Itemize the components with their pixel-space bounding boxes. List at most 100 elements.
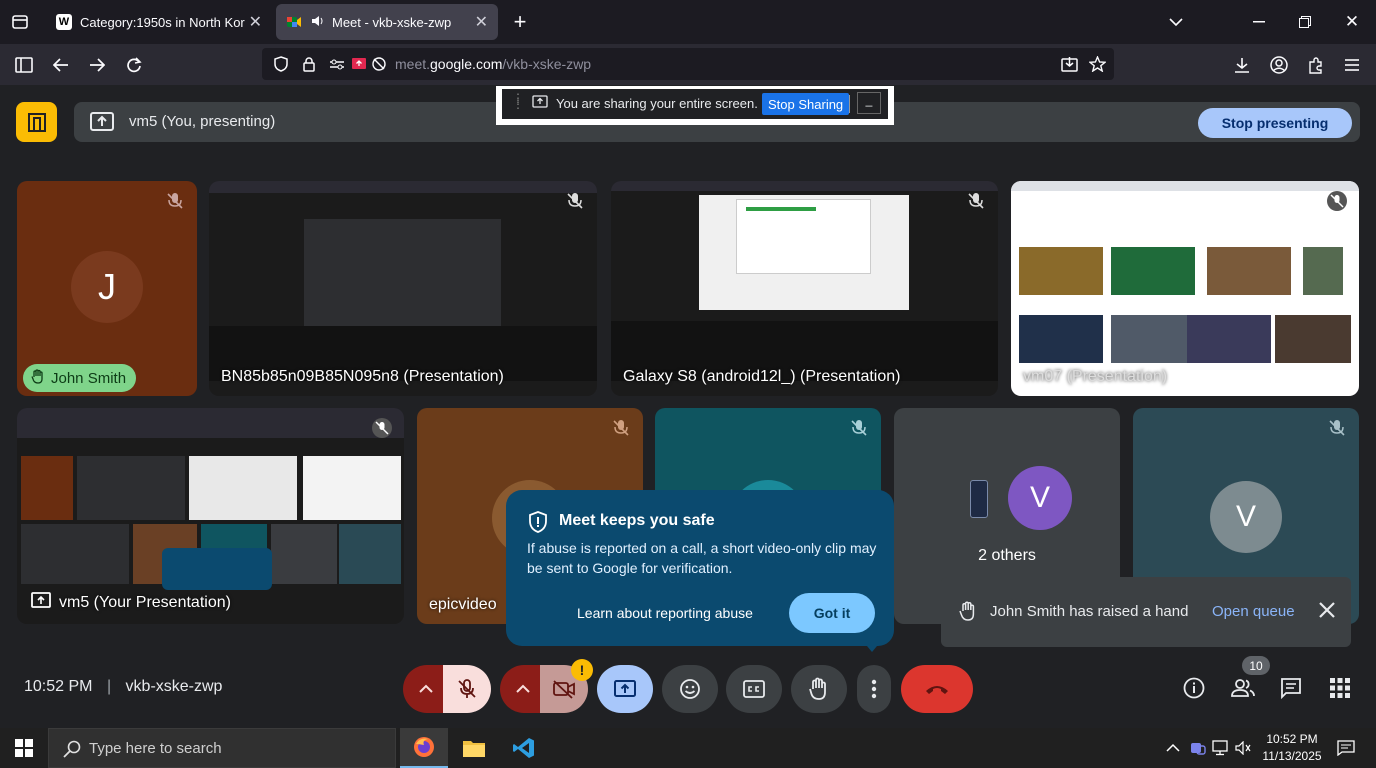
save-to-pocket-icon[interactable] [1058,53,1080,75]
sidebar-toggle-icon[interactable] [13,54,35,76]
open-queue-button[interactable]: Open queue [1212,603,1295,620]
mic-off-icon [1329,420,1345,436]
tab-meet[interactable]: Meet - vkb-xske-zwp ✕ [276,4,498,40]
lock-icon[interactable] [298,53,320,75]
presentation-thumbnail [209,181,597,193]
downloads-icon[interactable] [1231,54,1253,76]
volume-icon[interactable] [1232,737,1254,759]
image-thumbnail [1207,247,1291,295]
close-window-icon[interactable]: ✕ [1341,11,1363,33]
image-thumbnail [1303,247,1343,295]
hand-icon [31,368,45,388]
popup-title: Meet keeps you safe [559,512,715,529]
chevron-up-icon[interactable] [1162,737,1184,759]
reload-icon[interactable] [123,54,145,76]
presentation-thumbnail [77,456,185,520]
meet-companion-logo-icon[interactable] [16,102,57,142]
mic-off-icon [167,193,183,209]
participant-tile[interactable]: J John Smith [17,181,197,396]
chat-icon[interactable] [1279,676,1303,700]
participant-name: Galaxy S8 (android12l_) (Presentation) [623,368,901,385]
current-time: 10:52 PM [24,678,93,695]
shield-icon[interactable] [270,53,292,75]
got-it-button[interactable]: Got it [789,593,875,633]
minimize-window-icon[interactable] [1248,11,1270,33]
close-tab-icon[interactable]: ✕ [475,12,488,32]
mic-off-icon [1327,191,1347,211]
stop-sharing-button[interactable]: Stop Sharing [762,93,850,115]
chevron-up-icon [419,684,433,693]
hand-icon [959,601,977,626]
back-icon[interactable] [50,54,72,76]
clock-time: 10:52 PM [1266,732,1318,746]
new-tab-icon[interactable]: + [509,9,531,34]
self-presentation-tile[interactable]: vm5 (Your Presentation) [17,408,404,624]
camera-blocked-icon[interactable] [368,53,390,75]
windows-taskbar: Type here to search 10:52 PM 11/13/2025 [0,728,1376,768]
others-label: 2 others [978,547,1036,564]
stop-presenting-button[interactable]: Stop presenting [1198,108,1352,138]
participant-name: John Smith [51,369,127,387]
account-icon[interactable] [1268,54,1290,76]
taskbar-search-box[interactable]: Type here to search [48,728,396,768]
mic-off-icon [851,420,867,436]
present-now-button[interactable] [597,665,653,713]
restore-window-icon[interactable] [1294,11,1316,33]
search-icon [63,740,81,762]
shield-icon [528,511,548,538]
people-icon[interactable] [1230,676,1256,700]
tab-title: Meet - vkb-xske-zwp [332,14,452,30]
reactions-button[interactable] [662,665,718,713]
forward-icon[interactable] [86,54,108,76]
participant-name: vm07 (Presentation) [1023,368,1168,385]
activities-icon[interactable] [1328,676,1352,700]
close-icon[interactable] [1318,601,1336,624]
presentation-thumbnail [1011,181,1359,191]
bookmark-star-icon[interactable] [1086,53,1108,75]
close-tab-icon[interactable]: ✕ [249,12,262,32]
screen-sharing-indicator-bar: ⋮ ⋮ You are sharing your entire screen. S… [496,86,894,125]
chevron-down-icon[interactable] [1165,11,1187,33]
file-explorer-taskbar-icon[interactable] [450,728,498,768]
drag-handle-icon[interactable]: ⋮ ⋮ [512,92,524,110]
presentation-tile[interactable]: vm07 (Presentation) [1011,181,1359,396]
tab-title: Category:1950s in North Korea [80,14,245,30]
tab-overview-icon[interactable] [9,11,31,33]
presentation-tile[interactable]: BN85b85n09B85N095n8 (Presentation) [209,181,597,396]
address-bar[interactable]: meet.google.com/vkb-xske-zwp [262,48,1114,80]
share-screen-icon [532,95,548,112]
sharing-message: You are sharing your entire screen. [556,96,758,111]
meeting-details-icon[interactable] [1182,676,1206,700]
vscode-taskbar-icon[interactable] [500,728,548,768]
firefox-taskbar-icon[interactable] [400,728,448,768]
meet-safety-popup: Meet keeps you safe If abuse is reported… [506,490,894,646]
network-icon[interactable] [1210,737,1232,759]
menu-icon[interactable] [1341,54,1363,76]
captions-button[interactable] [726,665,782,713]
participant-name: epicvideo [429,596,497,613]
screen-share-indicator-icon[interactable] [348,53,370,75]
raised-hand-name-chip: John Smith [23,364,137,392]
learn-reporting-abuse-link[interactable]: Learn about reporting abuse [577,605,753,621]
windows-start-icon[interactable] [13,737,35,759]
notification-text: John Smith has raised a hand [990,603,1189,620]
extensions-icon[interactable] [1304,54,1326,76]
permissions-icon[interactable] [326,53,348,75]
raise-hand-button[interactable] [791,665,847,713]
notifications-icon[interactable] [1335,737,1357,759]
teams-tray-icon[interactable] [1187,737,1209,759]
hang-up-icon [926,686,948,694]
more-options-button[interactable] [857,665,891,713]
presentation-thumbnail [339,524,401,584]
emoji-icon [680,679,700,699]
presentation-tile[interactable]: Galaxy S8 (android12l_) (Presentation) [611,181,998,396]
minimize-share-bar-button[interactable]: _ [857,92,881,114]
mic-off-icon [458,679,476,698]
browser-tab-bar: W Category:1950s in North Korea ✕ Meet -… [0,0,1376,44]
tab-wikipedia[interactable]: W Category:1950s in North Korea ✕ [46,4,272,40]
mic-toggle-button[interactable] [443,665,491,713]
popup-body: If abuse is reported on a call, a short … [527,540,877,576]
leave-call-button[interactable] [901,665,973,713]
search-placeholder: Type here to search [89,739,222,757]
taskbar-clock[interactable]: 10:52 PM 11/13/2025 [1256,731,1328,765]
